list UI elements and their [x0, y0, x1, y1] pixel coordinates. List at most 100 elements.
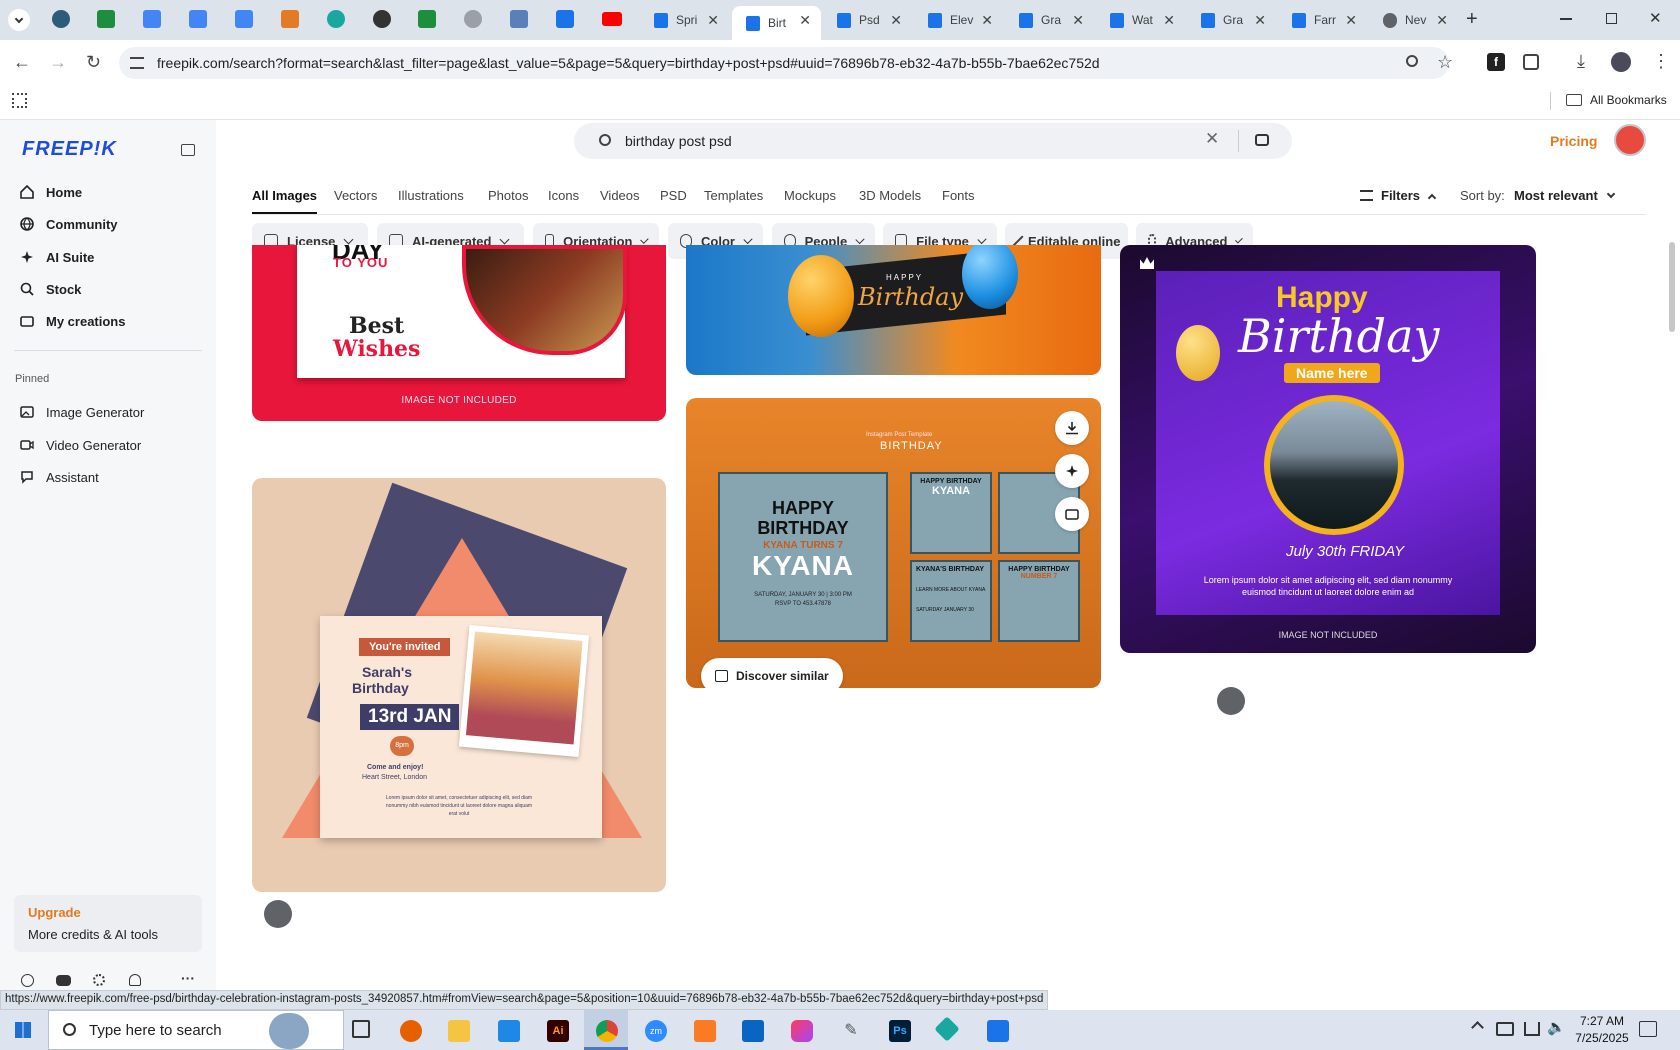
tab-7[interactable]: Gra ✕: [1187, 6, 1276, 34]
xampp-icon[interactable]: [694, 1020, 716, 1042]
pinned-tab-docs-3[interactable]: [235, 10, 253, 28]
close-icon[interactable]: ✕: [1254, 12, 1266, 29]
photos-app-icon[interactable]: [987, 1020, 1009, 1042]
tab-2-active[interactable]: Birt ✕: [732, 6, 821, 40]
clear-search-icon[interactable]: ✕: [1205, 129, 1219, 149]
upgrade-card[interactable]: Upgrade More credits & AI tools: [14, 895, 202, 952]
discord-icon[interactable]: [56, 975, 71, 986]
apps-grid-icon[interactable]: [12, 93, 27, 108]
bookmark-star-icon[interactable]: ☆: [1437, 52, 1453, 73]
tab-photos[interactable]: Photos: [488, 188, 528, 203]
show-hidden-icons[interactable]: [1471, 1021, 1484, 1034]
sidebar-item-home[interactable]: Home: [20, 180, 82, 204]
tab-1[interactable]: Spri ✕: [640, 6, 729, 34]
teal-app-icon[interactable]: [934, 1016, 960, 1042]
result-card-sarahs-birthday[interactable]: You're invited Sarah's Birthday 13rd JAN…: [252, 478, 666, 892]
close-icon[interactable]: ✕: [1436, 12, 1448, 29]
volume-icon[interactable]: 🔈: [1547, 1018, 1566, 1036]
result-card-kyana-birthday[interactable]: Instagram Post Template BIRTHDAY HAPPY B…: [686, 398, 1101, 688]
tab-all-images[interactable]: All Images: [252, 188, 318, 214]
clock-date[interactable]: 7/25/2025: [1572, 1031, 1632, 1045]
tab-vectors[interactable]: Vectors: [334, 188, 377, 203]
tab-4[interactable]: Elev ✕: [914, 6, 1003, 34]
pinned-tab-sheets[interactable]: [97, 10, 115, 28]
url-text[interactable]: freepik.com/search?format=search&last_fi…: [157, 55, 1100, 71]
restore-button[interactable]: [1606, 13, 1617, 24]
tab-5[interactable]: Gra ✕: [1005, 6, 1094, 34]
forward-button[interactable]: →: [49, 52, 67, 73]
tab-icons[interactable]: Icons: [548, 188, 579, 203]
close-icon[interactable]: ✕: [1163, 12, 1175, 29]
edit-ai-button[interactable]: [1055, 454, 1089, 488]
tab-templates[interactable]: Templates: [704, 188, 763, 203]
pinned-tab-youtube[interactable]: [602, 12, 622, 26]
downloads-icon[interactable]: ⤓: [1577, 51, 1585, 72]
more-options-icon[interactable]: ···: [181, 970, 195, 986]
new-tab-button[interactable]: +: [1466, 8, 1478, 31]
pinned-tab-orange-app[interactable]: [281, 10, 299, 28]
result-card-purple-happy-birthday[interactable]: Happy Birthday Name here July 30th FRIDA…: [1120, 245, 1536, 653]
reload-button[interactable]: ↻: [86, 52, 101, 73]
tab-illustrations[interactable]: Illustrations: [398, 188, 464, 203]
profile-avatar[interactable]: [1611, 52, 1631, 72]
all-bookmarks[interactable]: All Bookmarks: [1566, 93, 1667, 107]
clock-time[interactable]: 7:27 AM: [1572, 1014, 1632, 1028]
discover-similar-button[interactable]: Discover similar: [701, 658, 843, 688]
task-view-icon[interactable]: [352, 1020, 370, 1038]
network-icon[interactable]: [1496, 1022, 1514, 1036]
close-icon[interactable]: ✕: [799, 12, 811, 29]
extensions-puzzle-icon[interactable]: [1523, 54, 1539, 70]
notifications-icon[interactable]: [1639, 1021, 1657, 1037]
freepik-logo[interactable]: FREEP!K: [22, 138, 117, 161]
zoom-app-icon[interactable]: zm: [645, 1020, 667, 1042]
sidebar-item-image-generator[interactable]: Image Generator: [20, 400, 144, 424]
pricing-link[interactable]: Pricing: [1550, 133, 1597, 149]
pinned-tab-sheets-2[interactable]: [418, 10, 436, 28]
sidebar-item-stock[interactable]: Stock: [20, 277, 81, 301]
menu-kebab-icon[interactable]: ⋮: [1652, 51, 1670, 72]
minimize-button[interactable]: [1560, 18, 1572, 20]
result-card-happy-birthday-balloons[interactable]: HAPPY Birthday: [686, 245, 1101, 375]
illustrator-icon[interactable]: Ai: [547, 1020, 569, 1042]
tab-videos[interactable]: Videos: [600, 188, 640, 203]
tab-6[interactable]: Wat ✕: [1096, 6, 1185, 34]
theme-sun-icon[interactable]: [93, 974, 105, 986]
windows-start-icon[interactable]: [15, 1022, 31, 1038]
tab-mockups[interactable]: Mockups: [784, 188, 836, 203]
pinned-tab-wordpress[interactable]: [52, 10, 70, 28]
close-icon[interactable]: ✕: [707, 12, 719, 29]
pen-tool-icon[interactable]: ✎: [840, 1020, 862, 1042]
vscode-icon[interactable]: [498, 1020, 520, 1042]
save-to-collection-button[interactable]: [1055, 497, 1089, 531]
tab-psd[interactable]: PSD: [660, 188, 687, 203]
pinned-tab-slides[interactable]: [510, 10, 528, 28]
notifications-bell-icon[interactable]: [129, 974, 141, 986]
creative-cloud-icon[interactable]: [791, 1020, 813, 1042]
close-icon[interactable]: ✕: [981, 12, 993, 29]
tab-8[interactable]: Farr ✕: [1278, 6, 1367, 34]
sidebar-item-video-generator[interactable]: Video Generator: [20, 433, 141, 457]
file-explorer-icon[interactable]: [448, 1020, 470, 1042]
tab-fonts[interactable]: Fonts: [942, 188, 975, 203]
pinned-tab-docs-1[interactable]: [143, 10, 161, 28]
close-icon[interactable]: ✕: [890, 12, 902, 29]
photoshop-icon[interactable]: Ps: [889, 1020, 911, 1042]
sidebar-item-assistant[interactable]: Assistant: [20, 465, 99, 489]
sidebar-item-my-creations[interactable]: My creations: [20, 309, 125, 333]
close-icon[interactable]: ✕: [1345, 12, 1357, 29]
result-card-best-wishes[interactable]: DAY TO YOU Best Wishes IMAGE NOT INCLUDE…: [252, 245, 666, 421]
tab-search-button[interactable]: [8, 9, 30, 31]
search-input[interactable]: birthday post psd: [625, 133, 732, 149]
tab-3d-models[interactable]: 3D Models: [859, 188, 921, 203]
back-button[interactable]: ←: [13, 52, 31, 73]
pinned-tab-teal-app[interactable]: [327, 10, 345, 28]
sidebar-item-community[interactable]: Community: [20, 212, 118, 236]
scrollbar-thumb[interactable]: [1669, 242, 1675, 332]
tab-3[interactable]: Psd ✕: [823, 6, 912, 34]
pinned-tab-openai[interactable]: [373, 10, 391, 28]
pinned-tab-docs-4[interactable]: [556, 10, 574, 28]
sidebar-toggle-icon[interactable]: [181, 144, 195, 156]
taskbar-search[interactable]: Type here to search: [48, 1010, 344, 1050]
close-icon[interactable]: ✕: [1072, 12, 1084, 29]
outlook-icon[interactable]: [742, 1020, 764, 1042]
